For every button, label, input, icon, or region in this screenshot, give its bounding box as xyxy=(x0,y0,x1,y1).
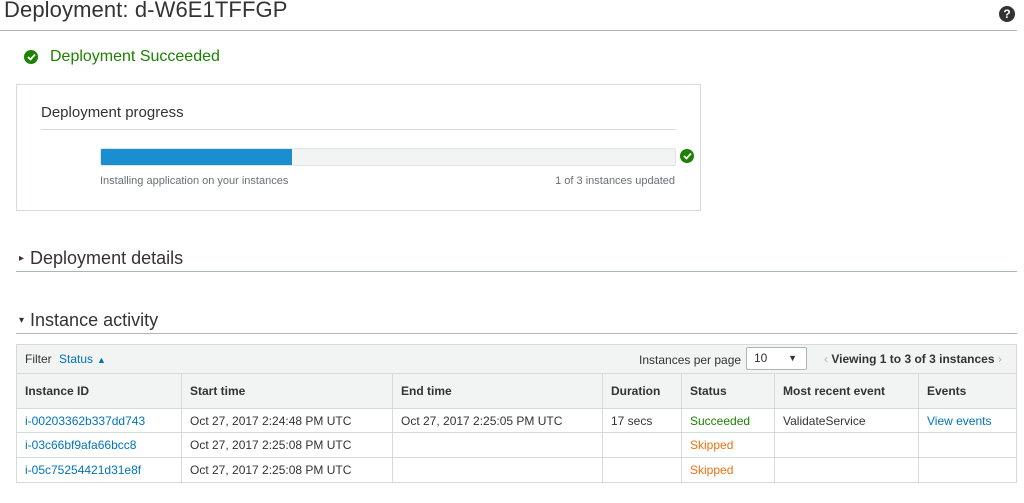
per-page-value: 10 xyxy=(754,351,768,365)
chevron-down-icon: ▼ xyxy=(788,353,797,363)
status-cell: Skipped xyxy=(681,432,775,458)
end-time-cell xyxy=(392,432,603,458)
section-title: Instance activity xyxy=(30,309,159,330)
status-banner: Deployment Succeeded xyxy=(24,47,220,67)
progress-title: Deployment progress xyxy=(41,104,184,121)
progress-bar-fill xyxy=(101,149,293,165)
table-row: i-00203362b337dd743 Oct 27, 2017 2:24:48… xyxy=(16,408,1017,433)
start-time-cell: Oct 27, 2017 2:24:48 PM UTC xyxy=(181,408,393,433)
status-text: Deployment Succeeded xyxy=(50,48,220,65)
duration-cell xyxy=(602,432,682,458)
recent-event-cell xyxy=(774,457,919,483)
prev-page-icon[interactable]: ‹ xyxy=(824,352,828,366)
progress-bar xyxy=(100,148,676,166)
section-title: Deployment details xyxy=(30,247,184,268)
duration-cell: 17 secs xyxy=(602,408,682,433)
column-header-most-recent-event[interactable]: Most recent event xyxy=(774,373,919,409)
page-header: Deployment: d-W6E1TFFGP ? xyxy=(0,0,1017,31)
progress-caption: Installing application on your instances xyxy=(100,175,289,187)
status-cell: Succeeded xyxy=(681,408,775,433)
divider xyxy=(41,129,676,130)
recent-event-cell xyxy=(774,432,919,458)
filter-link-label: Status xyxy=(59,352,94,366)
duration-cell xyxy=(602,457,682,483)
table-toolbar: Filter Status ▲ Instances per page 10 ▼ ‹… xyxy=(16,344,1017,373)
page-title: Deployment: d-W6E1TFFGP xyxy=(4,0,288,22)
column-header-instance-id[interactable]: Instance ID xyxy=(16,373,182,409)
events-cell xyxy=(918,457,1017,483)
column-header-start-time[interactable]: Start time xyxy=(181,373,393,409)
instance-id-link[interactable]: i-00203362b337dd743 xyxy=(16,408,182,433)
chevron-up-icon: ▲ xyxy=(97,355,106,365)
next-page-icon[interactable]: › xyxy=(998,352,1002,366)
per-page-select[interactable]: 10 ▼ xyxy=(746,347,807,370)
filter-status-link[interactable]: Status ▲ xyxy=(59,352,106,366)
pagination: ‹ Viewing 1 to 3 of 3 instances › xyxy=(824,352,1002,366)
table-row: i-03c66bf9afa66bcc8 Oct 27, 2017 2:25:08… xyxy=(16,432,1017,458)
column-header-events: Events xyxy=(918,373,1017,409)
check-circle-icon xyxy=(24,50,38,64)
table-row: i-05c75254421d31e8f Oct 27, 2017 2:25:08… xyxy=(16,457,1017,483)
instance-id-link[interactable]: i-03c66bf9afa66bcc8 xyxy=(16,432,182,458)
column-header-status[interactable]: Status xyxy=(681,373,775,409)
instance-activity-toggle[interactable]: ▾ Instance activity xyxy=(16,307,1017,334)
caret-down-icon: ▾ xyxy=(19,314,25,326)
filter-label: Filter xyxy=(25,352,52,366)
column-header-end-time[interactable]: End time xyxy=(392,373,603,409)
status-cell: Skipped xyxy=(681,457,775,483)
progress-complete-check-icon xyxy=(680,149,694,163)
instances-table: Instance ID Start time End time Duration… xyxy=(16,373,1017,483)
events-cell xyxy=(918,432,1017,458)
column-header-duration[interactable]: Duration xyxy=(602,373,682,409)
deployment-progress-card: Deployment progress Installing applicati… xyxy=(16,84,701,211)
view-events-link[interactable]: View events xyxy=(918,408,1017,433)
help-icon[interactable]: ? xyxy=(999,6,1015,22)
instance-activity-table: Filter Status ▲ Instances per page 10 ▼ ‹… xyxy=(16,344,1017,483)
deployment-details-toggle[interactable]: ▸ Deployment details xyxy=(16,245,1017,272)
progress-count: 1 of 3 instances updated xyxy=(555,175,675,187)
viewing-range: Viewing 1 to 3 of 3 instances xyxy=(831,352,995,366)
recent-event-cell: ValidateService xyxy=(774,408,919,433)
start-time-cell: Oct 27, 2017 2:25:08 PM UTC xyxy=(181,457,393,483)
start-time-cell: Oct 27, 2017 2:25:08 PM UTC xyxy=(181,432,393,458)
end-time-cell xyxy=(392,457,603,483)
end-time-cell: Oct 27, 2017 2:25:05 PM UTC xyxy=(392,408,603,433)
table-header-row: Instance ID Start time End time Duration… xyxy=(16,373,1017,409)
instance-id-link[interactable]: i-05c75254421d31e8f xyxy=(16,457,182,483)
caret-right-icon: ▸ xyxy=(19,252,25,264)
per-page-label: Instances per page xyxy=(639,353,742,367)
